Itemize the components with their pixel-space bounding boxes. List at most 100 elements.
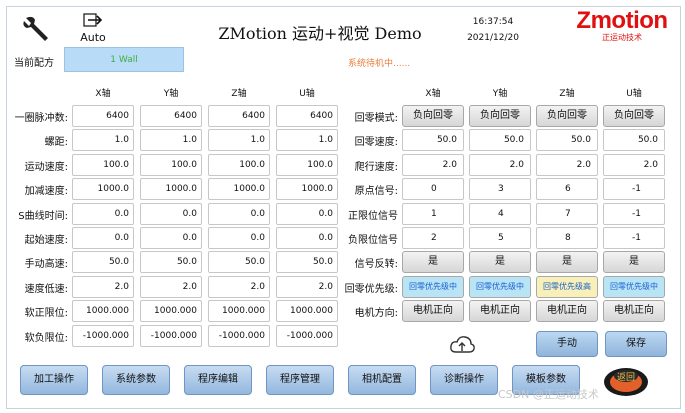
left-param-input[interactable]: 6400 (72, 105, 134, 127)
right-param-input[interactable]: 2.0 (402, 153, 464, 176)
signal-input[interactable]: 4 (469, 202, 531, 225)
left-param-input[interactable]: 0.0 (140, 202, 202, 225)
left-param-input[interactable]: 2.0 (208, 275, 270, 298)
nav-button[interactable]: 相机配置 (348, 365, 416, 395)
nav-button[interactable]: 系统参数 (102, 365, 170, 395)
left-param-input[interactable]: -1000.000 (72, 324, 134, 347)
home-priority-button[interactable]: 回零优先级中 (469, 275, 531, 298)
left-param-input[interactable]: 1000.0 (72, 178, 134, 201)
left-param-input[interactable]: 0.0 (140, 227, 202, 249)
left-param-input[interactable]: 50.0 (140, 251, 202, 274)
left-param-input[interactable]: -1000.000 (208, 324, 270, 347)
home-priority-button[interactable]: 回零优先级高 (536, 275, 598, 298)
wrench-icon[interactable] (18, 14, 58, 44)
left-param-input[interactable]: 1000.000 (208, 300, 270, 323)
left-param-input[interactable]: 1000.0 (208, 178, 270, 201)
right-option-button[interactable]: 是 (469, 251, 531, 274)
left-param-input[interactable]: 100.0 (72, 153, 134, 176)
signal-input[interactable]: 3 (469, 178, 531, 201)
left-param-input[interactable]: 2.0 (276, 275, 338, 298)
right-option-button[interactable]: 是 (536, 251, 598, 274)
nav-button[interactable]: 加工操作 (20, 365, 88, 395)
right-option-button[interactable]: 负向回零 (402, 105, 464, 127)
nav-button[interactable]: 程序编辑 (184, 365, 252, 395)
signal-input[interactable]: 8 (536, 227, 598, 249)
recipe-field[interactable]: 1 Wall (64, 47, 184, 72)
signal-input[interactable]: 1 (402, 202, 464, 225)
left-param-input[interactable]: 1.0 (72, 129, 134, 152)
left-param-input[interactable]: 1.0 (276, 129, 338, 152)
nav-button[interactable]: 诊断操作 (430, 365, 498, 395)
signal-input[interactable]: 5 (469, 227, 531, 249)
left-col-header: Y轴 (163, 89, 179, 99)
left-param-input[interactable]: -1000.000 (140, 324, 202, 347)
right-option-button[interactable]: 电机正向 (469, 300, 531, 323)
left-param-input[interactable]: 0.0 (276, 227, 338, 249)
clock-date: 2021/12/20 (467, 33, 519, 43)
signal-input[interactable]: 6 (536, 178, 598, 201)
signal-input[interactable]: -1 (603, 178, 665, 201)
company-logo: Zmotion 正运动技术 (570, 8, 674, 43)
right-option-button[interactable]: 是 (603, 251, 665, 274)
left-param-input[interactable]: 2.0 (140, 275, 202, 298)
signal-input[interactable]: 0 (402, 178, 464, 201)
home-priority-button[interactable]: 回零优先级中 (402, 275, 464, 298)
right-row-label: 电机方向: (354, 308, 398, 320)
signal-input[interactable]: -1 (603, 227, 665, 249)
signal-input[interactable]: 7 (536, 202, 598, 225)
right-option-button[interactable]: 负向回零 (536, 105, 598, 127)
left-param-input[interactable]: 0.0 (208, 202, 270, 225)
signal-input[interactable]: 2 (402, 227, 464, 249)
left-row-label: 加减速度: (24, 186, 68, 198)
left-param-input[interactable]: 50.0 (208, 251, 270, 274)
nav-button[interactable]: 程序管理 (266, 365, 334, 395)
left-param-input[interactable]: 1000.0 (276, 178, 338, 201)
right-option-button[interactable]: 电机正向 (603, 300, 665, 323)
right-row-label: 爬行速度: (354, 161, 398, 173)
left-param-input[interactable]: 100.0 (208, 153, 270, 176)
home-priority-button[interactable]: 回零优先级中 (603, 275, 665, 298)
left-row-label: 软正限位: (24, 308, 68, 320)
right-param-input[interactable]: 50.0 (536, 129, 598, 152)
left-param-input[interactable]: 100.0 (140, 153, 202, 176)
left-param-input[interactable]: 0.0 (276, 202, 338, 225)
left-param-input[interactable]: 6400 (140, 105, 202, 127)
left-param-input[interactable]: 1000.000 (140, 300, 202, 323)
right-option-button[interactable]: 电机正向 (536, 300, 598, 323)
right-param-input[interactable]: 2.0 (536, 153, 598, 176)
left-param-input[interactable]: 1.0 (140, 129, 202, 152)
right-option-button[interactable]: 负向回零 (603, 105, 665, 127)
right-param-input[interactable]: 50.0 (469, 129, 531, 152)
left-param-input[interactable]: 1000.000 (72, 300, 134, 323)
left-param-input[interactable]: 1000.0 (140, 178, 202, 201)
right-col-header: X轴 (425, 89, 441, 99)
manual-button[interactable]: 手动 (536, 331, 598, 357)
right-option-button[interactable]: 电机正向 (402, 300, 464, 323)
auto-mode-button[interactable]: Auto (78, 12, 108, 46)
right-param-input[interactable]: 2.0 (603, 153, 665, 176)
left-param-input[interactable]: 100.0 (276, 153, 338, 176)
right-option-button[interactable]: 负向回零 (469, 105, 531, 127)
left-param-input[interactable]: 6400 (276, 105, 338, 127)
left-param-input[interactable]: 50.0 (72, 251, 134, 274)
left-param-input[interactable]: -1000.000 (276, 324, 338, 347)
clock-time: 16:37:54 (472, 17, 514, 27)
left-param-input[interactable]: 0.0 (72, 227, 134, 249)
left-param-input[interactable]: 2.0 (72, 275, 134, 298)
watermark: CSDN @正运动技术 (498, 388, 599, 401)
save-button[interactable]: 保存 (605, 331, 667, 357)
left-param-input[interactable]: 50.0 (276, 251, 338, 274)
cloud-upload-icon[interactable] (448, 334, 476, 356)
left-param-input[interactable]: 6400 (208, 105, 270, 127)
right-param-input[interactable]: 50.0 (402, 129, 464, 152)
back-badge[interactable]: 返回 (596, 362, 656, 398)
left-param-input[interactable]: 0.0 (72, 202, 134, 225)
left-param-input[interactable]: 1.0 (208, 129, 270, 152)
right-param-input[interactable]: 50.0 (603, 129, 665, 152)
right-option-button[interactable]: 是 (402, 251, 464, 274)
left-param-input[interactable]: 0.0 (208, 227, 270, 249)
left-param-input[interactable]: 1000.000 (276, 300, 338, 323)
left-row-label: 一圈脉冲数: (14, 113, 68, 124)
signal-input[interactable]: -1 (603, 202, 665, 225)
right-param-input[interactable]: 2.0 (469, 153, 531, 176)
